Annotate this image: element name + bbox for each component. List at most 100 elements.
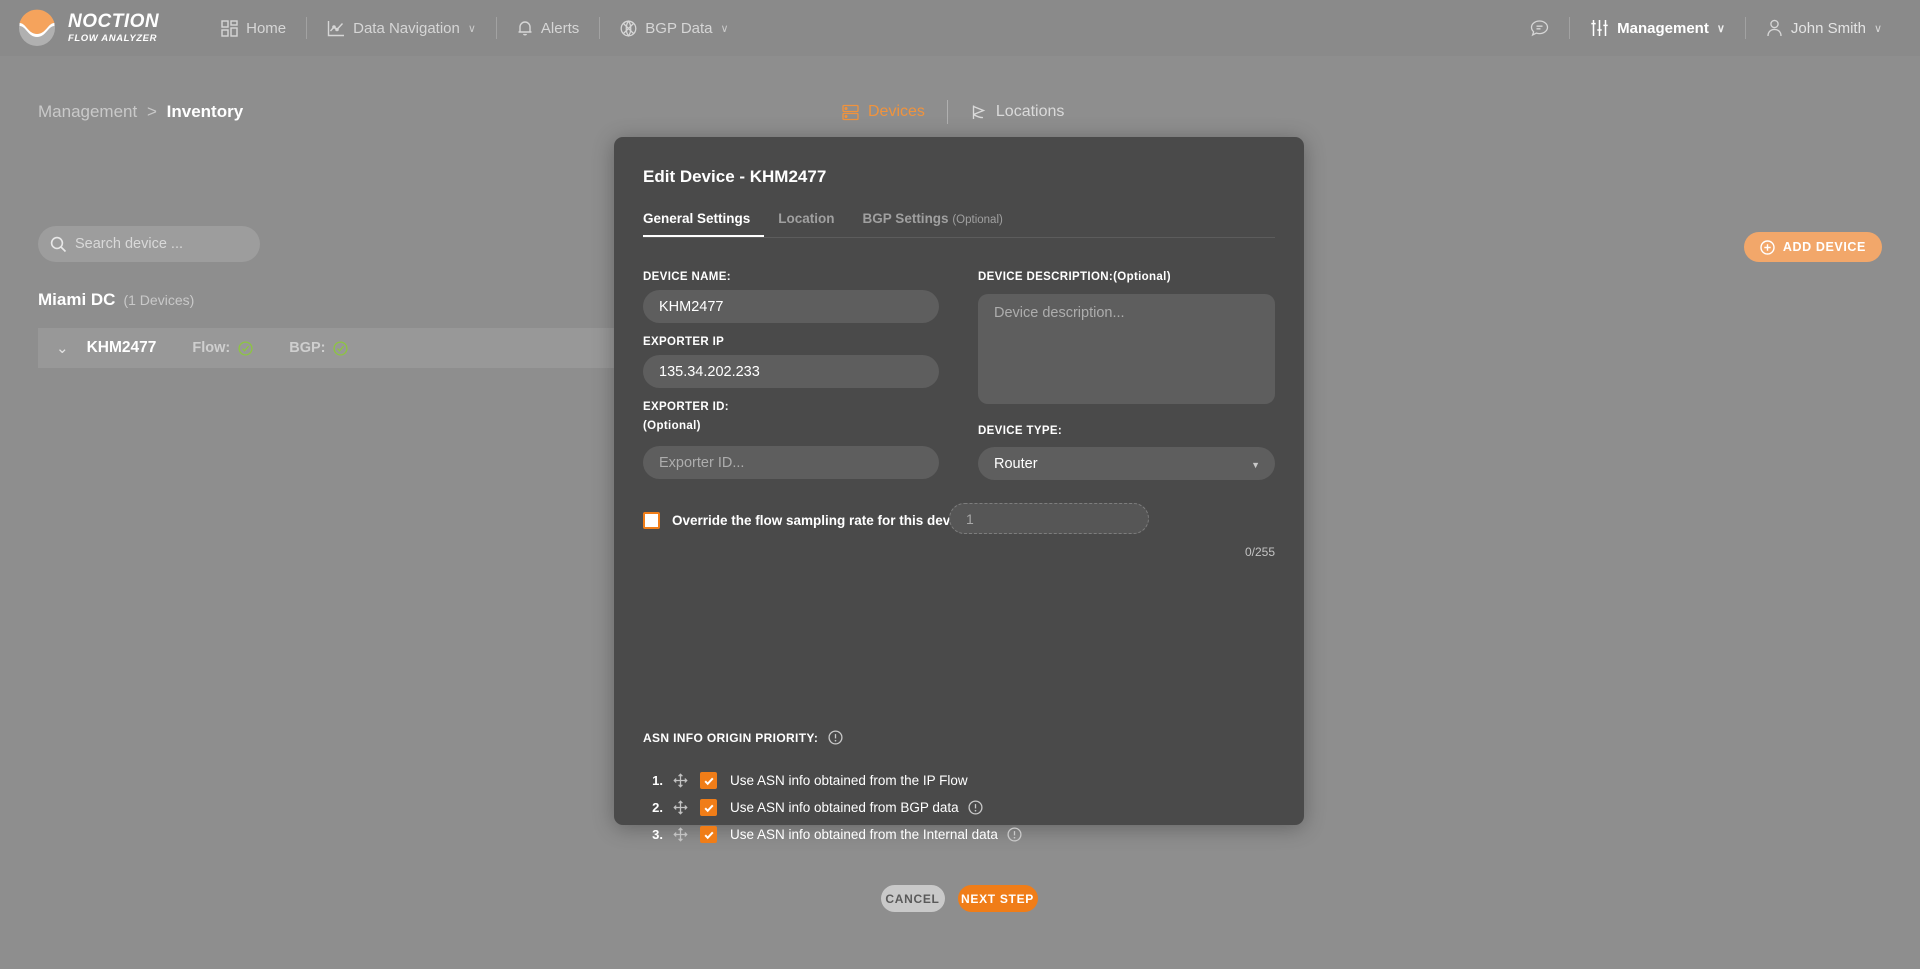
exporter-ip-input[interactable] <box>643 355 939 388</box>
info-circle-icon[interactable] <box>1007 827 1022 842</box>
tab-locations-label: Locations <box>995 103 1065 120</box>
plus-circle-icon <box>1760 239 1775 255</box>
asn-item-number: 3. <box>652 827 663 842</box>
nav-item-management[interactable]: Management ∨ <box>1570 0 1745 56</box>
nav-item-bgp-data[interactable]: BGP Data ∨ <box>600 0 748 56</box>
modal-tab-location[interactable]: Location <box>778 211 848 237</box>
device-type-select-wrapper: ▼ <box>978 447 1275 480</box>
modal-tab-bgp-settings-optional: (Optional) <box>952 214 1003 226</box>
device-group-count: (1 Devices) <box>123 292 195 308</box>
asn-priority-list: 1. Use ASN info obtained from the IP Flo… <box>643 767 1022 848</box>
asn-item-checkbox[interactable] <box>700 799 717 816</box>
breadcrumb: Management > Inventory <box>38 102 243 122</box>
add-device-button[interactable]: ADD DEVICE <box>1743 232 1882 262</box>
edit-device-modal: Edit Device - KHM2477 General Settings L… <box>614 137 1304 912</box>
next-step-button[interactable]: NEXT STEP <box>957 885 1038 912</box>
drag-handle-icon[interactable] <box>673 827 688 842</box>
tab-devices-label: Devices <box>868 103 925 120</box>
line-chart-icon <box>327 20 345 37</box>
modal-tab-bgp-settings[interactable]: BGP Settings (Optional) <box>863 211 1017 237</box>
nav-item-alerts-label: Alerts <box>540 19 580 37</box>
device-name-input[interactable] <box>643 290 939 323</box>
chevron-down-icon: ∨ <box>1873 22 1882 35</box>
location-pin-icon <box>970 104 987 121</box>
asn-item-label: Use ASN info obtained from the Internal … <box>730 827 998 842</box>
device-type-select[interactable] <box>978 447 1275 480</box>
chevron-down-icon[interactable]: ⌄ <box>56 339 69 357</box>
tab-locations[interactable]: Locations <box>948 103 1087 121</box>
asn-priority-label: ASN INFO ORIGIN PRIORITY: <box>643 730 819 745</box>
device-group-name: Miami DC <box>38 290 116 309</box>
brand-logo-group[interactable]: NOCTION FLOW ANALYZER <box>18 9 159 47</box>
asn-item-checkbox[interactable] <box>700 772 717 789</box>
device-row-flow-label: Flow: <box>192 340 231 356</box>
asn-item-checkbox[interactable] <box>700 826 717 843</box>
asn-item-label: Use ASN info obtained from BGP data <box>730 800 959 815</box>
flow-status-ok-icon <box>238 340 253 356</box>
device-row-bgp-label: BGP: <box>289 340 326 356</box>
search-icon <box>50 236 67 253</box>
bgp-status-ok-icon <box>333 340 349 356</box>
sampling-rate-input[interactable]: 1 <box>949 503 1149 534</box>
bell-icon <box>517 20 533 37</box>
device-description-label: DEVICE DESCRIPTION: <box>978 271 1114 283</box>
chevron-down-icon: ∨ <box>720 22 729 35</box>
nav-item-user-label: John Smith <box>1790 19 1866 37</box>
cancel-button[interactable]: CANCEL <box>880 885 945 912</box>
search-input[interactable]: Search device ... <box>75 236 183 252</box>
device-type-label: DEVICE TYPE: <box>978 425 1063 437</box>
search-device-box[interactable]: Search device ... <box>38 226 260 262</box>
exporter-id-input[interactable] <box>643 446 939 479</box>
device-description-charcount: 0/255 <box>1244 545 1275 559</box>
page-tabs: Devices Locations <box>820 100 1086 124</box>
asn-priority-item: 3. Use ASN info obtained from the Intern… <box>643 821 1022 848</box>
modal-tabs: General Settings Location BGP Settings (… <box>643 211 1275 238</box>
chat-bubble-icon-button[interactable] <box>1510 0 1569 56</box>
tab-devices[interactable]: Devices <box>820 103 947 121</box>
asn-item-label: Use ASN info obtained from the IP Flow <box>730 773 968 788</box>
bgp-globe-icon <box>620 19 637 37</box>
server-rack-icon <box>842 104 859 121</box>
nav-item-home[interactable]: Home <box>201 0 306 56</box>
asn-priority-header: ASN INFO ORIGIN PRIORITY: <box>643 730 843 745</box>
nav-item-management-label: Management <box>1617 19 1709 37</box>
asn-priority-item: 2. Use ASN info obtained from BGP data <box>643 794 1022 821</box>
modal-title: Edit Device - KHM2477 <box>643 167 827 186</box>
primary-nav-items: Home Data Navigation ∨ Alerts BGP Data ∨ <box>201 0 748 56</box>
field-group-exporter-id: EXPORTER ID: (Optional) <box>643 401 939 479</box>
exporter-id-label: EXPORTER ID: <box>643 401 729 413</box>
drag-handle-icon[interactable] <box>673 773 688 788</box>
field-group-device-name: DEVICE NAME: <box>643 271 939 323</box>
nav-item-data-navigation[interactable]: Data Navigation ∨ <box>307 0 496 56</box>
top-navigation-bar: NOCTION FLOW ANALYZER Home Data Navigati… <box>0 0 1920 56</box>
modal-right-column: DEVICE DESCRIPTION:(Optional) 0/255 DEVI… <box>978 267 1275 559</box>
nav-item-alerts[interactable]: Alerts <box>497 0 599 56</box>
user-icon <box>1766 19 1783 37</box>
device-description-textarea[interactable] <box>978 294 1275 404</box>
override-sampling-rate-label: Override the flow sampling rate for this… <box>672 513 970 528</box>
asn-item-number: 2. <box>652 800 663 815</box>
modal-left-column: DEVICE NAME: EXPORTER IP EXPORTER ID: (Op… <box>643 271 939 492</box>
chevron-down-icon: ∨ <box>467 22 476 35</box>
device-description-optional: (Optional) <box>1113 271 1171 283</box>
add-device-button-label: ADD DEVICE <box>1782 240 1866 254</box>
modal-tab-general-settings[interactable]: General Settings <box>643 211 765 237</box>
nav-item-user-menu[interactable]: John Smith ∨ <box>1746 0 1902 56</box>
override-sampling-rate-checkbox[interactable] <box>643 512 660 529</box>
device-name-label: DEVICE NAME: <box>643 271 731 283</box>
asn-priority-item: 1. Use ASN info obtained from the IP Flo… <box>643 767 1022 794</box>
modal-tab-bgp-settings-label: BGP Settings <box>862 211 949 226</box>
exporter-id-optional: (Optional) <box>643 420 701 432</box>
asn-item-number: 1. <box>652 773 663 788</box>
breadcrumb-parent[interactable]: Management <box>38 102 137 121</box>
drag-handle-icon[interactable] <box>673 800 688 815</box>
chat-bubble-icon <box>1530 19 1549 38</box>
brand-subtitle: FLOW ANALYZER <box>68 33 158 45</box>
info-circle-icon[interactable] <box>968 800 983 815</box>
breadcrumb-separator: > <box>146 102 157 121</box>
modal-tab-general-settings-label: General Settings <box>643 211 751 226</box>
modal-action-buttons: CANCEL NEXT STEP <box>614 885 1304 912</box>
chevron-down-icon: ∨ <box>1716 22 1725 35</box>
info-circle-icon[interactable] <box>828 730 843 745</box>
sampling-rate-value: 1 <box>966 510 974 527</box>
